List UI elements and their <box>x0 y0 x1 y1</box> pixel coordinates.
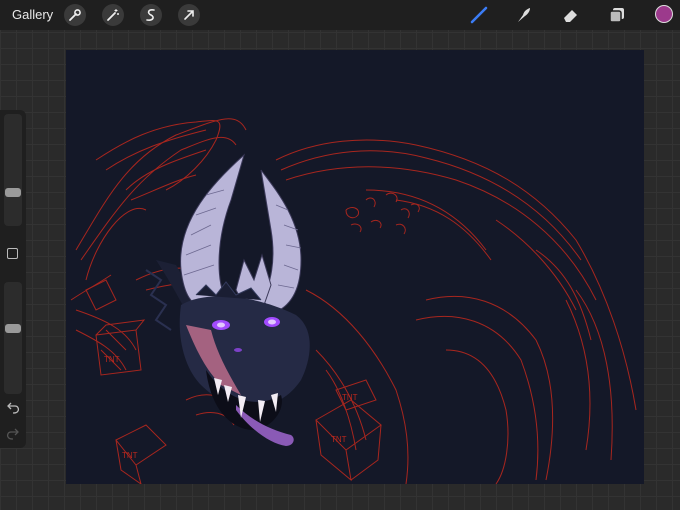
left-sidebar <box>0 110 26 448</box>
smudge-icon[interactable] <box>513 4 535 26</box>
eye-glow <box>268 319 276 325</box>
sketch-layer <box>70 118 637 484</box>
color-swatch[interactable] <box>655 5 673 23</box>
tnt-label: TNT <box>122 451 138 460</box>
eraser-icon[interactable] <box>560 4 582 26</box>
modify-button[interactable] <box>7 248 18 259</box>
undo-icon[interactable] <box>5 402 21 416</box>
selection-icon[interactable] <box>140 4 162 26</box>
top-toolbar: Gallery <box>0 0 680 30</box>
gallery-button[interactable]: Gallery <box>12 7 53 22</box>
artwork: TNT TNT TNT TNT <box>70 118 637 484</box>
redo-icon[interactable] <box>5 428 21 442</box>
wrench-icon[interactable] <box>64 4 86 26</box>
tnt-label: TNT <box>104 355 120 364</box>
neck-spines <box>145 269 172 331</box>
magic-wand-icon[interactable] <box>102 4 124 26</box>
brush-icon[interactable] <box>468 4 490 26</box>
opacity-thumb[interactable] <box>5 324 21 333</box>
tnt-label: TNT <box>331 435 347 444</box>
drawing-canvas[interactable]: TNT TNT TNT TNT <box>66 50 644 484</box>
nostril-glow <box>234 348 242 352</box>
brush-size-thumb[interactable] <box>5 188 21 197</box>
opacity-slider[interactable] <box>4 282 22 394</box>
dragon-horns <box>180 153 302 313</box>
brush-size-slider[interactable] <box>4 114 22 226</box>
transform-arrow-icon[interactable] <box>178 4 200 26</box>
layers-icon[interactable] <box>606 4 628 26</box>
eye-glow <box>217 322 225 328</box>
tnt-label: TNT <box>342 393 358 402</box>
